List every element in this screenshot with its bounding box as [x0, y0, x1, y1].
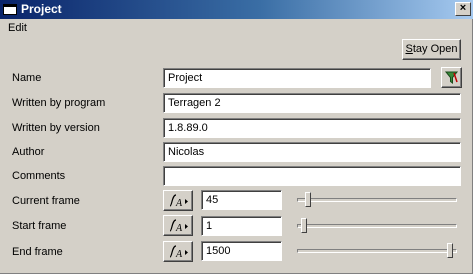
- current-frame-label: Current frame: [12, 195, 80, 207]
- written-program-label: Written by program: [12, 97, 106, 109]
- start-frame-field[interactable]: 1: [201, 216, 282, 236]
- animation-curve-icon: A: [169, 194, 188, 209]
- project-window: Project × Edit Stay Open Name Project Wr…: [0, 0, 473, 274]
- start-frame-animate-button[interactable]: A: [163, 215, 193, 236]
- stay-open-button[interactable]: Stay Open: [402, 39, 461, 60]
- svg-text:A: A: [175, 223, 183, 234]
- written-version-field[interactable]: 1.8.89.0: [163, 118, 461, 138]
- stay-open-mnemonic: S: [405, 43, 413, 55]
- slider-thumb[interactable]: [447, 243, 453, 258]
- slider-track: [297, 198, 457, 202]
- start-frame-label: Start frame: [12, 220, 67, 232]
- slider-track: [297, 249, 457, 253]
- author-field[interactable]: Nicolas: [163, 142, 461, 162]
- name-field[interactable]: Project: [163, 68, 431, 88]
- name-label: Name: [12, 72, 42, 84]
- comments-label: Comments: [12, 170, 66, 182]
- title-bar[interactable]: Project ×: [0, 0, 473, 19]
- start-frame-slider[interactable]: [297, 216, 457, 236]
- written-program-field[interactable]: Terragen 2: [163, 93, 461, 113]
- svg-text:A: A: [175, 249, 183, 260]
- slider-track: [297, 224, 457, 228]
- close-button[interactable]: ×: [455, 2, 471, 16]
- author-label: Author: [12, 146, 45, 158]
- current-frame-field[interactable]: 45: [201, 190, 282, 210]
- slider-thumb[interactable]: [301, 218, 307, 233]
- menu-edit[interactable]: Edit: [8, 22, 27, 34]
- filter-icon: [444, 71, 459, 84]
- svg-text:A: A: [175, 198, 183, 209]
- end-frame-field[interactable]: 1500: [201, 241, 282, 261]
- stay-open-label: tay Open: [412, 43, 458, 55]
- animation-curve-icon: A: [169, 219, 188, 234]
- end-frame-label: End frame: [12, 246, 63, 258]
- slider-thumb[interactable]: [305, 192, 311, 207]
- menu-bar: Edit: [0, 19, 473, 38]
- comments-field[interactable]: [163, 166, 461, 186]
- filter-button[interactable]: [441, 67, 462, 88]
- end-frame-slider[interactable]: [297, 241, 457, 261]
- animation-curve-icon: A: [169, 245, 188, 260]
- written-version-label: Written by version: [12, 122, 100, 134]
- window-icon: [3, 4, 17, 15]
- window-title: Project: [21, 2, 62, 16]
- current-frame-slider[interactable]: [297, 190, 457, 210]
- end-frame-animate-button[interactable]: A: [163, 241, 193, 262]
- current-frame-animate-button[interactable]: A: [163, 190, 193, 211]
